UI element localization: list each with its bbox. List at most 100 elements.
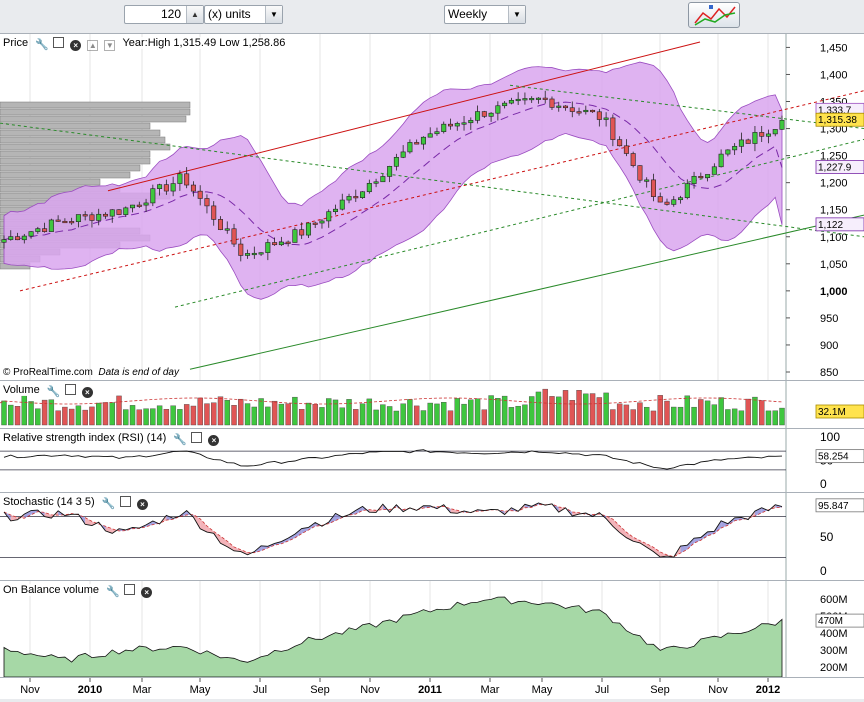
units-select[interactable]: (x) units ▼ — [204, 5, 283, 24]
volume-bar — [719, 398, 724, 425]
price-panel: 1,4501,4001,3501,3001,2501,2001,1501,100… — [0, 33, 864, 380]
candle — [97, 214, 101, 220]
volume-bar — [2, 401, 7, 425]
y-tick-label: 50 — [820, 530, 834, 544]
volume-bar — [401, 404, 406, 425]
drawing-tools-button[interactable] — [688, 2, 740, 28]
candle — [732, 146, 736, 150]
volume-bar — [367, 399, 372, 425]
volume-bar — [624, 405, 629, 425]
candle — [360, 192, 364, 198]
candle — [299, 230, 303, 235]
volume-bar — [631, 410, 636, 425]
candle — [766, 134, 770, 136]
candle — [232, 229, 236, 244]
candle — [56, 220, 60, 222]
volume-bar — [144, 409, 149, 425]
candle — [117, 210, 121, 215]
candle — [15, 237, 19, 240]
window-icon[interactable] — [65, 384, 76, 395]
candle — [516, 99, 520, 101]
volume-bar — [766, 411, 771, 425]
move-up-icon[interactable]: ▲ — [87, 40, 98, 51]
candle — [597, 112, 601, 120]
candle — [557, 106, 561, 108]
candle — [164, 185, 168, 191]
volume-bar — [482, 410, 487, 425]
volume-chart: 32.1M — [0, 381, 864, 428]
y-tick-label: 600M — [820, 594, 848, 606]
y-tick-label: 1,100 — [820, 232, 848, 244]
volume-bar — [732, 409, 737, 425]
candle — [408, 142, 412, 151]
candle — [151, 189, 155, 203]
volume-bar — [428, 403, 433, 425]
candle — [705, 174, 709, 177]
volume-bar — [448, 411, 453, 425]
candle — [577, 112, 581, 114]
candle — [144, 203, 148, 205]
year-range-info: Year:High 1,315.49 Low 1,258.86 — [121, 37, 286, 49]
window-icon[interactable] — [191, 432, 202, 443]
volume-bar — [76, 406, 81, 425]
candle — [178, 174, 182, 184]
volume-bar — [204, 404, 209, 425]
candle — [448, 124, 452, 126]
candle — [83, 215, 87, 217]
candle — [523, 99, 527, 101]
wrench-icon[interactable]: 🔧 — [173, 435, 185, 446]
candle — [509, 100, 513, 103]
candle — [590, 110, 594, 112]
candle — [699, 176, 703, 178]
candle — [266, 242, 270, 252]
volume-bar — [746, 399, 751, 425]
candle — [286, 242, 290, 244]
x-tick-label: May — [532, 684, 553, 696]
volume-bar — [279, 404, 284, 425]
obv-last-badge: 470M — [816, 614, 864, 627]
window-icon[interactable] — [120, 496, 131, 507]
volume-bar — [299, 409, 304, 425]
volume-bar — [489, 396, 494, 425]
candle — [171, 184, 175, 192]
x-tick-label: 2012 — [756, 684, 780, 696]
candle — [482, 112, 486, 117]
x-tick-label: Mar — [481, 684, 500, 696]
candle — [90, 215, 94, 221]
close-icon[interactable]: × — [137, 499, 148, 510]
close-icon[interactable]: × — [208, 435, 219, 446]
volume-profile-bar — [0, 102, 190, 108]
candle — [536, 98, 540, 100]
close-icon[interactable]: × — [70, 40, 81, 51]
volume-bar — [604, 393, 609, 425]
candle — [462, 123, 466, 125]
chevron-down-icon: ▼ — [265, 6, 282, 23]
wrench-icon[interactable]: 🔧 — [47, 387, 59, 398]
volume-bar — [89, 407, 94, 425]
candle — [563, 106, 567, 108]
volume-bar — [712, 405, 717, 425]
window-icon[interactable] — [124, 584, 135, 595]
x-tick-label: Jul — [253, 684, 267, 696]
candle — [29, 232, 33, 237]
candle — [644, 180, 648, 182]
volume-bar — [62, 407, 67, 425]
wrench-icon[interactable]: 🔧 — [35, 40, 47, 51]
candle — [624, 146, 628, 154]
x-tick-label: 2011 — [418, 684, 442, 696]
units-input[interactable]: 120 ▲ — [124, 5, 204, 24]
units-spinner[interactable]: ▲ — [186, 6, 203, 23]
stochastic-label: Stochastic (14 3 5) — [2, 496, 96, 508]
close-icon[interactable]: × — [141, 587, 152, 598]
window-icon[interactable] — [53, 37, 64, 48]
wrench-icon[interactable]: 🔧 — [106, 587, 118, 598]
close-icon[interactable]: × — [82, 387, 93, 398]
timeframe-select[interactable]: Weekly ▼ — [444, 5, 526, 24]
volume-bar — [529, 397, 534, 425]
chevron-down-icon: ▼ — [508, 6, 525, 23]
wrench-icon[interactable]: 🔧 — [102, 499, 114, 510]
candle — [327, 212, 331, 221]
y-tick-label: 1,000 — [820, 286, 848, 298]
x-tick-label: Nov — [360, 684, 380, 696]
move-down-icon[interactable]: ▼ — [104, 40, 115, 51]
